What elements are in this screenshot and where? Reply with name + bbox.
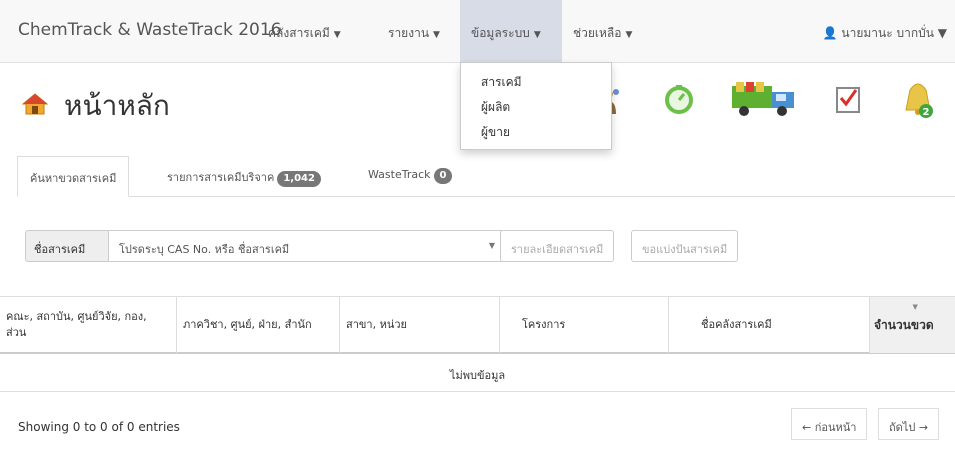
column-header-bottle-count[interactable]: ▼ จำนวนขวด	[870, 297, 955, 353]
empty-table-message: ไม่พบข้อมูล	[0, 354, 955, 392]
caret-down-icon: ▼	[333, 30, 341, 40]
menu-system-data[interactable]: ข้อมูลระบบ ▼	[471, 24, 541, 43]
brand-title[interactable]: ChemTrack & WasteTrack 2016	[18, 20, 281, 40]
sort-desc-icon: ▼	[912, 303, 918, 311]
notification-bell-icon[interactable]: 2	[900, 80, 936, 120]
home-icon	[22, 93, 48, 115]
user-menu[interactable]: 👤 นายมานะ บากบั่น ▼	[823, 24, 947, 43]
svg-text:2: 2	[923, 107, 930, 118]
caret-down-icon: ▼	[625, 30, 633, 40]
previous-page-button[interactable]: ← ก่อนหน้า	[791, 408, 868, 440]
tab-search-bottles[interactable]: ค้นหาขวดสารเคมี	[17, 156, 130, 197]
menu-help[interactable]: ช่วยเหลือ ▼	[573, 24, 632, 43]
tab-wastetrack[interactable]: WasteTrack 0	[368, 156, 453, 195]
dropdown-item-vendors[interactable]: ผู้ขาย	[481, 123, 510, 142]
user-name: นายมานะ บากบั่น	[841, 26, 934, 40]
column-header-faculty[interactable]: คณะ, สถาบัน, ศูนย์วิจัย, กอง, ส่วน	[0, 297, 177, 353]
search-addon-label: ชื่อสารเคมี	[25, 230, 109, 262]
column-header-storage[interactable]: ชื่อคลังสารเคมี	[669, 297, 870, 353]
dropdown-arrow-icon: ▼	[488, 241, 495, 250]
waste-truck-icon[interactable]	[730, 78, 798, 120]
count-badge: 0	[433, 168, 453, 184]
request-share-button[interactable]: ขอแบ่งปันสารเคมี	[631, 230, 739, 262]
checklist-icon[interactable]	[834, 84, 862, 114]
tab-label: ค้นหาขวดสารเคมี	[30, 172, 117, 185]
caret-down-icon: ▼	[933, 26, 947, 40]
column-header-project[interactable]: โครงการ	[500, 297, 669, 353]
tab-label: รายการสารเคมีบริจาค	[167, 171, 275, 184]
menu-reports[interactable]: รายงาน ▼	[388, 24, 440, 43]
column-header-department[interactable]: ภาควิชา, ศูนย์, ฝ่าย, สำนัก	[177, 297, 340, 353]
chemical-search-select[interactable]: โปรดระบุ CAS No. หรือ ชื่อสารเคมี ▼	[108, 230, 506, 262]
user-icon: 👤	[822, 26, 838, 40]
search-placeholder: โปรดระบุ CAS No. หรือ ชื่อสารเคมี	[119, 243, 290, 256]
page-title: หน้าหลัก	[64, 89, 170, 122]
caret-down-icon: ▼	[533, 30, 541, 40]
tab-bar: ค้นหาขวดสารเคมี รายการสารเคมีบริจาค 1,042…	[17, 156, 955, 197]
chemical-detail-button[interactable]: รายละเอียดสารเคมี	[500, 230, 615, 262]
table-header: คณะ, สถาบัน, ศูนย์วิจัย, กอง, ส่วน ภาควิ…	[0, 296, 955, 354]
table-info: Showing 0 to 0 of 0 entries	[18, 420, 180, 434]
top-navbar: ChemTrack & WasteTrack 2016 คลังสารเคมี ▼…	[0, 0, 955, 63]
dropdown-item-chemicals[interactable]: สารเคมี	[481, 73, 522, 92]
caret-down-icon: ▼	[433, 30, 440, 40]
timer-icon[interactable]	[663, 83, 695, 115]
menu-chemical-stock[interactable]: คลังสารเคมี ▼	[268, 24, 341, 43]
tab-label: WasteTrack	[368, 168, 431, 181]
tab-donated-chemicals[interactable]: รายการสารเคมีบริจาค 1,042	[167, 156, 321, 195]
count-badge: 1,042	[277, 171, 321, 187]
next-page-button[interactable]: ถัดไป →	[878, 408, 940, 440]
column-header-branch[interactable]: สาขา, หน่วย	[340, 297, 500, 353]
dropdown-item-manufacturers[interactable]: ผู้ผลิต	[481, 98, 510, 117]
system-data-dropdown: สารเคมี ผู้ผลิต ผู้ขาย	[460, 62, 612, 150]
